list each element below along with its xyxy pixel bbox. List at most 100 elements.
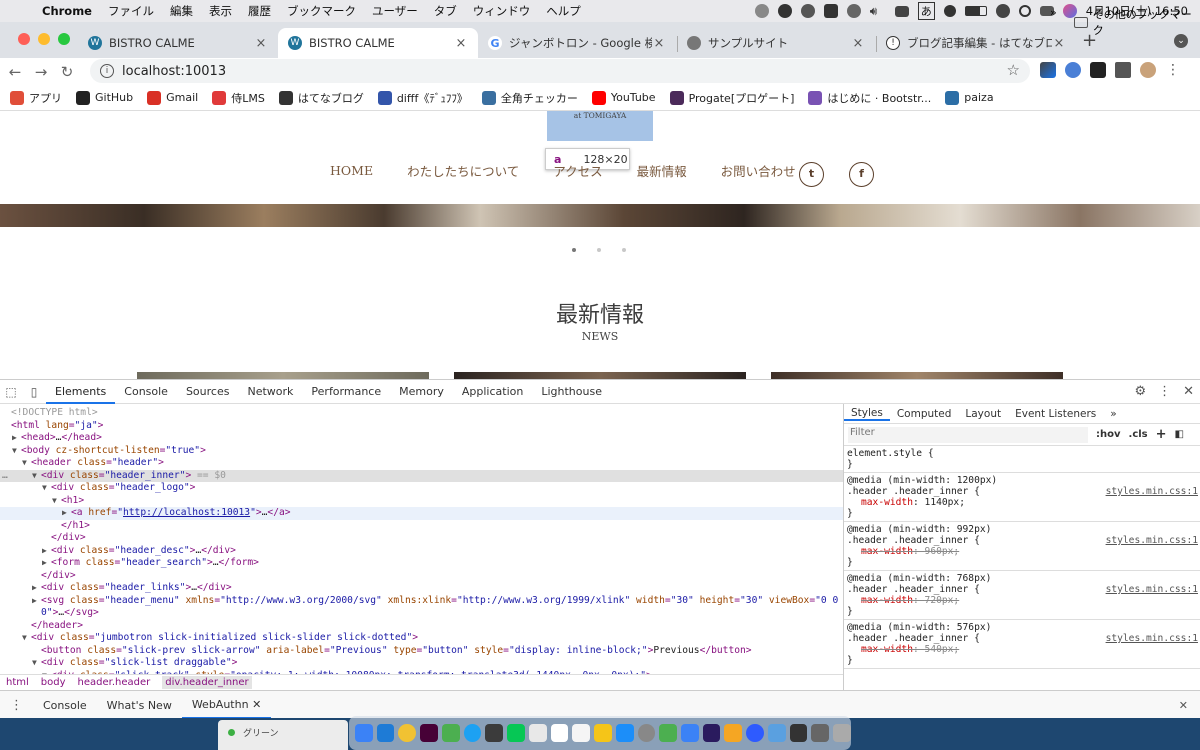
rule-selector[interactable]: .header .header_inner { [847, 633, 980, 644]
element-style-selector[interactable]: element.style { [847, 448, 1197, 459]
spotlight-icon[interactable] [1018, 5, 1031, 17]
bookmark-item[interactable]: 全角チェッカー [481, 90, 578, 106]
expand-toggle-icon[interactable]: ▼ [22, 457, 27, 470]
rule-selector[interactable]: .header .header_inner { [847, 486, 980, 497]
finder-icon[interactable] [355, 724, 373, 742]
eyedropper-extension-icon[interactable] [1040, 62, 1056, 78]
dom-node-line[interactable]: ▶ <svg class="header_menu" xmlns="http://… [0, 595, 843, 608]
dom-node-line[interactable]: ▶ <form class="header_search">…</form> [0, 557, 843, 570]
zoom-window-button[interactable] [58, 33, 70, 45]
expand-toggle-icon[interactable]: ▼ [32, 470, 37, 483]
dom-node-line[interactable]: ▶ <head>…</head> [0, 432, 843, 445]
dom-node-line[interactable]: ▼ <h1> [0, 495, 843, 508]
tab-google-search[interactable]: G ジャンボトロン - Google 検索 × [478, 28, 676, 58]
nav-access[interactable]: アクセス [553, 161, 602, 180]
bookmark-item[interactable]: Gmail [147, 90, 198, 105]
menu-view[interactable]: 表示 [201, 3, 240, 19]
skype-icon[interactable] [463, 724, 482, 742]
rule-selector[interactable]: .header .header_inner { [847, 535, 980, 546]
drawer-tab-console[interactable]: Console [33, 699, 97, 712]
slider-dot[interactable] [572, 248, 576, 252]
tab-console[interactable]: Console [115, 380, 177, 404]
reader-extension-icon[interactable] [1090, 62, 1106, 78]
forward-arrow-icon[interactable]: → [30, 63, 52, 81]
bookmark-item[interactable]: difff《ﾃﾞｭﾌﾌ》 [377, 90, 468, 106]
close-tab-icon[interactable]: × [652, 36, 666, 51]
dom-node-line[interactable]: </h1> [0, 520, 843, 533]
notes-icon[interactable] [572, 724, 591, 742]
css-declaration[interactable]: max-width: 960px; [847, 546, 1197, 557]
app-store-icon[interactable] [615, 724, 634, 742]
drawer-tab-whats-new[interactable]: What's New [97, 699, 182, 712]
news-card-image[interactable] [771, 372, 1063, 379]
toggle-sidebar-icon[interactable]: ◧ [1175, 429, 1184, 440]
expand-toggle-icon[interactable]: ▶ [42, 557, 47, 570]
adobe-xd-icon[interactable] [420, 724, 438, 742]
elephant-icon[interactable] [754, 4, 769, 18]
dom-node-line[interactable]: </div> [0, 570, 843, 583]
address-bar[interactable]: i localhost:10013 ☆ [90, 59, 1030, 83]
rule-source-link[interactable]: styles.min.css:1 [1106, 535, 1198, 546]
tab-styles[interactable]: Styles [844, 407, 890, 421]
dom-node-line[interactable]: <!DOCTYPE html> [0, 407, 843, 420]
news-card-image[interactable] [137, 372, 429, 379]
dom-node-line[interactable]: <html lang="ja"> [0, 420, 843, 433]
expand-toggle-icon[interactable]: ▶ [32, 582, 37, 595]
breadcrumb-body[interactable]: body [41, 677, 66, 688]
tab-elements[interactable]: Elements [46, 380, 116, 404]
menu-users[interactable]: ユーザー [364, 3, 426, 19]
github-desktop-icon[interactable] [746, 724, 764, 742]
rule-source-link[interactable]: styles.min.css:1 [1106, 584, 1198, 595]
downloads-folder-icon[interactable] [767, 724, 786, 742]
slider-dot[interactable] [597, 248, 601, 252]
tab-computed[interactable]: Computed [890, 408, 959, 420]
expand-toggle-icon[interactable]: ▼ [52, 495, 57, 508]
sourcetree-icon[interactable] [441, 724, 460, 742]
calendar-icon[interactable] [550, 724, 569, 742]
breadcrumb-header-inner[interactable]: div.header_inner [162, 676, 252, 689]
moon-icon[interactable] [943, 5, 956, 17]
tab-memory[interactable]: Memory [390, 380, 453, 404]
trash-icon[interactable] [833, 724, 851, 742]
bookmark-item[interactable]: Progate[プロゲート] [669, 90, 794, 106]
styles-filter-input[interactable]: Filter [848, 426, 1088, 443]
chrome-menu-icon[interactable]: ⋮ [1165, 62, 1181, 78]
bookmark-item[interactable]: はじめに · Bootstr... [808, 90, 931, 106]
other-bookmarks-folder[interactable]: その他のブックマーク [1074, 6, 1200, 38]
close-tab-icon[interactable]: × [254, 36, 268, 51]
bookmark-item[interactable]: GitHub [76, 90, 133, 105]
ime-indicator[interactable]: あ [917, 2, 935, 20]
expand-toggle-icon[interactable]: ▶ [62, 507, 67, 520]
stickies-icon[interactable] [594, 724, 612, 742]
rule-selector[interactable]: .header .header_inner { [847, 584, 980, 595]
site-info-icon[interactable]: i [100, 64, 114, 78]
system-preferences-icon[interactable] [637, 724, 656, 742]
expand-toggle-icon[interactable]: ▼ [22, 632, 27, 645]
bookmark-star-icon[interactable]: ☆ [1007, 61, 1020, 79]
node-actions-icon[interactable]: … [2, 470, 8, 483]
amazon-music-icon[interactable] [702, 724, 721, 742]
bolt-icon[interactable] [777, 4, 792, 18]
close-drawer-tab-icon[interactable]: ✕ [252, 698, 261, 711]
tab-sources[interactable]: Sources [177, 380, 239, 404]
hover-state-toggle[interactable]: :hov [1096, 429, 1121, 440]
close-window-button[interactable] [18, 33, 30, 45]
dom-node-line[interactable]: ▼ <div class="jumbotron slick-initialized… [0, 632, 843, 645]
line-icon[interactable] [507, 724, 525, 742]
rule-source-link[interactable]: styles.min.css:1 [1106, 633, 1198, 644]
launchpad-icon[interactable] [528, 724, 547, 742]
close-tab-icon[interactable]: × [851, 36, 865, 51]
drawer-tab-webauthn[interactable]: WebAuthn ✕ [181, 691, 272, 719]
css-declaration[interactable]: max-width: 1140px; [847, 497, 1197, 508]
check-badge-icon[interactable] [846, 4, 861, 18]
nav-home[interactable]: HOME [330, 163, 373, 178]
dom-node-line[interactable]: ▼ <div class="slick-list draggable"> [0, 657, 843, 670]
screen-capture-icon[interactable] [811, 724, 830, 742]
close-drawer-icon[interactable]: ✕ [1179, 699, 1200, 712]
bookmark-item[interactable]: paiza [945, 90, 994, 105]
menu-file[interactable]: ファイル [100, 3, 162, 19]
breadcrumb-html[interactable]: html [6, 677, 29, 688]
tab-performance[interactable]: Performance [302, 380, 390, 404]
device-toolbar-icon[interactable]: ▯ [22, 385, 46, 399]
dom-node-line[interactable]: ▼ <div class="header_logo"> [0, 482, 843, 495]
